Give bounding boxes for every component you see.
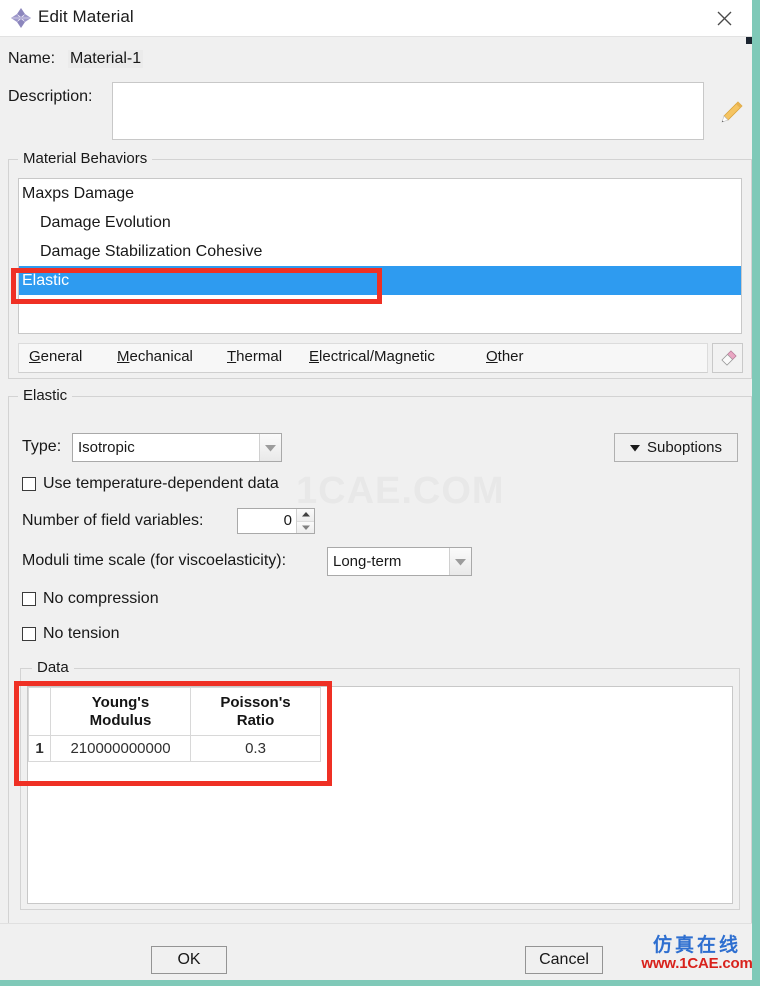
field-variables-stepper[interactable]: 0 <box>237 508 315 534</box>
list-item[interactable]: Maxps Damage <box>19 179 741 208</box>
menu-other[interactable]: Other <box>486 348 524 365</box>
name-label: Name: <box>8 50 56 67</box>
material-name-value[interactable]: Material-1 <box>68 50 144 68</box>
number-of-field-variables-label: Number of field variables: <box>22 512 204 529</box>
no-tension-checkbox[interactable]: No tension <box>22 625 120 643</box>
youngs-modulus-cell[interactable]: 210000000000 <box>50 735 191 762</box>
no-compression-label: No compression <box>43 590 159 607</box>
menu-general[interactable]: General <box>29 348 82 365</box>
behaviors-menu-bar: General Mechanical Thermal Electrical/Ma… <box>18 343 708 373</box>
poissons-ratio-cell[interactable]: 0.3 <box>190 735 321 762</box>
data-table-container[interactable]: Young's Modulus Poisson's Ratio 1 210000… <box>27 686 733 904</box>
no-tension-label: No tension <box>43 625 120 642</box>
description-input[interactable] <box>112 82 704 140</box>
menu-mechanical[interactable]: Mechanical <box>117 348 193 365</box>
moduli-time-scale-select[interactable]: Long-term <box>327 547 472 576</box>
moduli-time-scale-value: Long-term <box>333 553 402 570</box>
cancel-button[interactable]: Cancel <box>525 946 603 974</box>
menu-thermal[interactable]: Thermal <box>227 348 282 365</box>
window-title: Edit Material <box>38 7 134 26</box>
edit-material-dialog: Edit Material Name: Material-1 Descripti… <box>0 0 760 986</box>
table-row[interactable]: 1 210000000000 0.3 <box>28 735 321 762</box>
description-label: Description: <box>8 88 93 105</box>
moduli-time-scale-label: Moduli time scale (for viscoelasticity): <box>22 552 287 569</box>
data-group-title: Data <box>32 659 74 676</box>
type-label: Type: <box>22 438 62 455</box>
checkbox-box[interactable] <box>22 592 36 606</box>
bottom-edge-strip <box>0 980 760 986</box>
chevron-down-icon[interactable] <box>449 548 471 575</box>
checkbox-box[interactable] <box>22 477 36 491</box>
menu-electrical-magnetic[interactable]: Electrical/Magnetic <box>309 348 435 365</box>
youngs-modulus-header: Young's Modulus <box>50 687 191 736</box>
elastic-group-title: Elastic <box>18 387 73 404</box>
dialog-footer <box>0 923 752 980</box>
use-temperature-dependent-data-checkbox[interactable]: Use temperature-dependent data <box>22 475 279 493</box>
stepper-buttons[interactable] <box>296 509 314 533</box>
data-table[interactable]: Young's Modulus Poisson's Ratio 1 210000… <box>28 687 321 762</box>
abaqus-diamond-icon <box>9 6 33 30</box>
use-temperature-dependent-data-label: Use temperature-dependent data <box>43 475 279 492</box>
youngs-modulus-header-line1: Young's <box>91 694 150 712</box>
elastic-type-value: Isotropic <box>78 439 135 456</box>
suboptions-button[interactable]: Suboptions <box>614 433 738 462</box>
elastic-type-select[interactable]: Isotropic <box>72 433 282 462</box>
chevron-down-icon[interactable] <box>259 434 281 461</box>
triangle-down-icon <box>629 439 640 456</box>
row-index-cell: 1 <box>28 735 51 762</box>
list-item[interactable]: Damage Stabilization Cohesive <box>19 237 741 266</box>
row-index-header <box>28 687 51 736</box>
close-icon[interactable] <box>696 0 752 36</box>
poissons-ratio-header-line1: Poisson's <box>220 694 291 712</box>
eraser-icon[interactable] <box>712 343 743 373</box>
material-behaviors-group-title: Material Behaviors <box>18 150 153 167</box>
pencil-icon[interactable] <box>714 96 748 128</box>
field-variables-value: 0 <box>283 512 292 529</box>
title-bar: Edit Material <box>0 0 752 37</box>
poissons-ratio-header-line2: Ratio <box>236 711 275 729</box>
poissons-ratio-header: Poisson's Ratio <box>190 687 321 736</box>
stepper-down-icon[interactable] <box>297 521 314 533</box>
list-item-elastic-selected[interactable]: Elastic <box>19 266 741 295</box>
checkbox-box[interactable] <box>22 627 36 641</box>
suboptions-label: Suboptions <box>646 439 723 456</box>
ok-button[interactable]: OK <box>151 946 227 974</box>
right-edge-strip <box>752 0 760 986</box>
stepper-up-icon[interactable] <box>297 509 314 522</box>
youngs-modulus-header-line2: Modulus <box>89 711 152 729</box>
list-item[interactable]: Damage Evolution <box>19 208 741 237</box>
table-header-row: Young's Modulus Poisson's Ratio <box>28 687 321 736</box>
material-behaviors-list[interactable]: Maxps Damage Damage Evolution Damage Sta… <box>18 178 742 334</box>
no-compression-checkbox[interactable]: No compression <box>22 590 159 608</box>
